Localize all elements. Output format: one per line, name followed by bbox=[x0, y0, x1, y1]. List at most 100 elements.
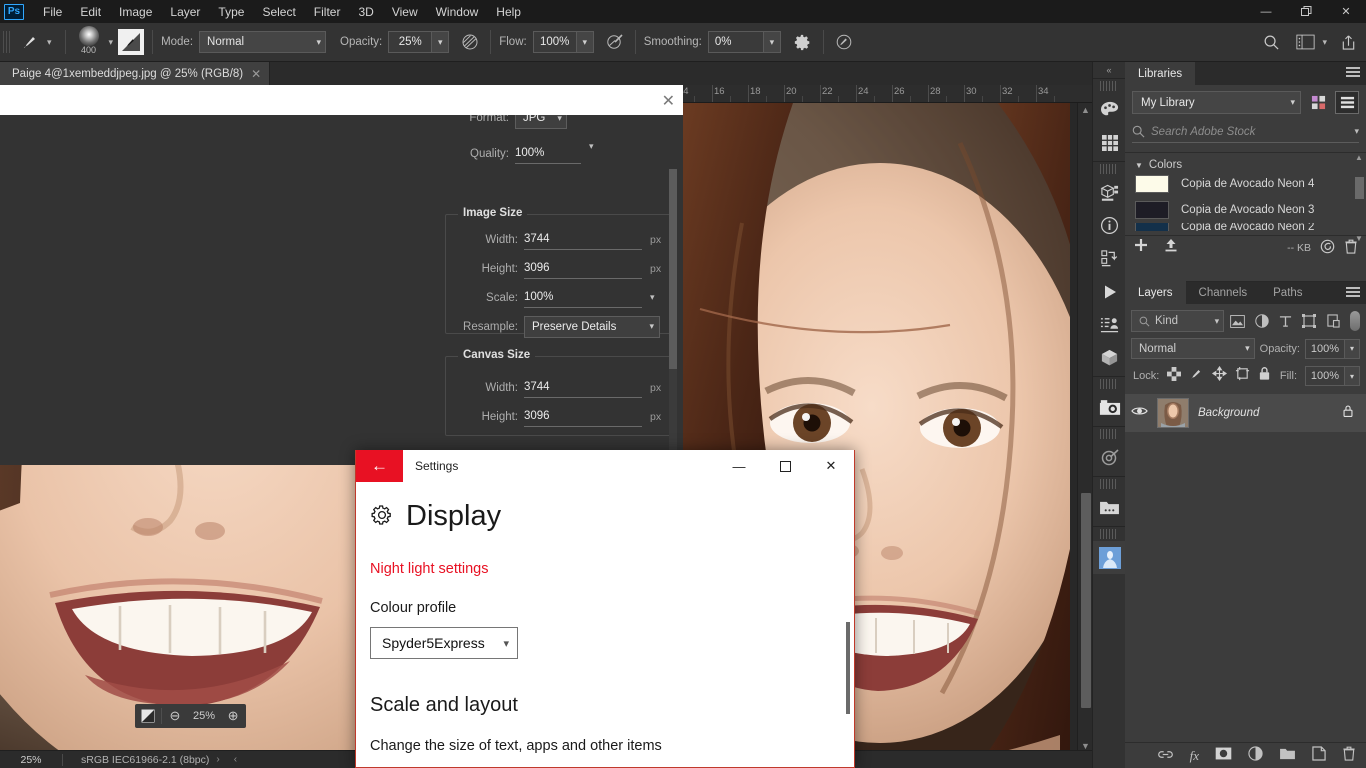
lock-all-icon[interactable] bbox=[1258, 366, 1271, 386]
filter-smart-object-icon[interactable] bbox=[1323, 310, 1343, 332]
lock-pixels-icon[interactable] bbox=[1189, 366, 1204, 386]
scrollbar-thumb[interactable] bbox=[1355, 177, 1364, 199]
colors-group-header[interactable]: ▼ Colors bbox=[1125, 159, 1366, 171]
tablet-pressure-size-icon[interactable] bbox=[118, 29, 144, 55]
options-bar-grip[interactable] bbox=[3, 31, 12, 53]
search-icon[interactable] bbox=[1259, 30, 1283, 54]
library-select[interactable]: My Library ▾ bbox=[1132, 91, 1301, 114]
link-layers-icon[interactable] bbox=[1157, 747, 1174, 765]
layer-opacity-value[interactable]: 100% bbox=[1305, 339, 1345, 359]
quality-input[interactable]: 100% bbox=[515, 143, 581, 164]
zoom-out-button[interactable]: ⊖ bbox=[162, 704, 188, 728]
grid-view-button[interactable] bbox=[1306, 91, 1330, 114]
target-paths-icon[interactable] bbox=[1093, 441, 1126, 474]
workspace-chevron-icon[interactable]: ▾ bbox=[1322, 37, 1327, 48]
menu-edit[interactable]: Edit bbox=[71, 2, 110, 22]
night-light-settings-link[interactable]: Night light settings bbox=[370, 561, 832, 577]
upload-icon[interactable] bbox=[1163, 237, 1179, 258]
layer-opacity-chevron-icon[interactable]: ▾ bbox=[1345, 339, 1360, 359]
scroll-down-icon[interactable]: ▼ bbox=[1355, 234, 1363, 243]
quality-chevron-icon[interactable]: ▾ bbox=[589, 141, 594, 152]
3d-cube-icon[interactable] bbox=[1093, 341, 1126, 374]
scale-input[interactable]: 100% bbox=[524, 287, 642, 308]
settings-titlebar[interactable]: ← Settings — ✕ bbox=[356, 450, 854, 482]
rail-grip[interactable] bbox=[1100, 379, 1118, 389]
search-input[interactable] bbox=[1151, 126, 1348, 138]
properties-icon[interactable] bbox=[1093, 308, 1126, 341]
new-layer-icon[interactable] bbox=[1312, 746, 1326, 766]
canvas-vertical-scrollbar[interactable]: ▲ ▼ bbox=[1077, 103, 1092, 753]
flow-input[interactable]: 100% bbox=[533, 31, 577, 53]
brush-preset-chevron-icon[interactable]: ▾ bbox=[109, 37, 114, 48]
menu-image[interactable]: Image bbox=[110, 2, 161, 22]
document-tab[interactable]: Paige 4@1xembeddjpeg.jpg @ 25% (RGB/8) ✕ bbox=[0, 62, 270, 85]
rail-grip[interactable] bbox=[1100, 479, 1118, 489]
zoom-fit-icon[interactable] bbox=[135, 704, 161, 728]
smoothing-chevron-icon[interactable]: ▾ bbox=[764, 31, 781, 53]
rail-grip[interactable] bbox=[1100, 529, 1118, 539]
color-palette-icon[interactable] bbox=[1093, 93, 1126, 126]
status-expand-icon[interactable]: › bbox=[209, 754, 226, 765]
menu-view[interactable]: View bbox=[383, 2, 427, 22]
tab-libraries[interactable]: Libraries bbox=[1125, 62, 1195, 85]
opacity-chevron-icon[interactable]: ▾ bbox=[432, 31, 449, 53]
filter-adjustment-icon[interactable] bbox=[1252, 310, 1272, 332]
app-close-button[interactable]: ✕ bbox=[1326, 0, 1366, 23]
libraries-panel-menu-icon[interactable] bbox=[1346, 67, 1360, 79]
search-chevron-icon[interactable]: ▾ bbox=[1354, 126, 1359, 137]
brush-tool-chevron-icon[interactable]: ▾ bbox=[47, 37, 52, 48]
add-layer-mask-icon[interactable] bbox=[1215, 747, 1232, 765]
new-adjustment-layer-icon[interactable] bbox=[1248, 746, 1263, 766]
rail-grip[interactable] bbox=[1100, 164, 1118, 174]
status-zoom-value[interactable]: 25% bbox=[0, 754, 62, 766]
tab-paths[interactable]: Paths bbox=[1260, 281, 1315, 304]
airbrush-icon[interactable] bbox=[603, 30, 627, 54]
status-collapse-icon[interactable]: ‹ bbox=[227, 754, 244, 765]
layer-fill-value[interactable]: 100% bbox=[1305, 366, 1345, 386]
export-panel-scrollbar[interactable] bbox=[669, 169, 677, 459]
new-group-icon[interactable] bbox=[1279, 747, 1296, 765]
canvas-width-input[interactable]: 3744 bbox=[524, 377, 642, 398]
smoothing-options-gear-icon[interactable] bbox=[791, 30, 815, 54]
zoom-in-button[interactable]: ⊕ bbox=[220, 704, 246, 728]
smoothing-field-group[interactable]: 0% ▾ bbox=[708, 31, 781, 53]
add-element-icon[interactable] bbox=[1133, 237, 1149, 258]
layers-panel-menu-icon[interactable] bbox=[1346, 287, 1360, 299]
blend-mode-select[interactable]: Normal ▾ bbox=[199, 31, 326, 53]
document-tab-close-icon[interactable]: ✕ bbox=[251, 67, 261, 81]
opacity-pressure-icon[interactable] bbox=[458, 30, 482, 54]
app-restore-button[interactable] bbox=[1286, 0, 1326, 23]
scroll-up-icon[interactable]: ▲ bbox=[1078, 103, 1092, 117]
settings-close-button[interactable]: ✕ bbox=[808, 450, 854, 482]
app-minimize-button[interactable]: — bbox=[1246, 0, 1286, 23]
flow-chevron-icon[interactable]: ▾ bbox=[577, 31, 594, 53]
filter-pixel-icon[interactable] bbox=[1228, 310, 1248, 332]
settings-maximize-button[interactable] bbox=[762, 450, 808, 482]
plugin-thumbnail-icon[interactable] bbox=[1093, 541, 1126, 574]
scale-chevron-icon[interactable]: ▾ bbox=[650, 292, 655, 303]
lock-artboard-icon[interactable] bbox=[1235, 366, 1250, 386]
flow-field-group[interactable]: 100% ▾ bbox=[533, 31, 594, 53]
library-search-row[interactable]: ▾ bbox=[1132, 121, 1359, 143]
brush-preset-preview[interactable]: 400 bbox=[74, 26, 104, 58]
format-select[interactable]: JPG ▾ bbox=[515, 115, 567, 129]
delete-layer-icon[interactable] bbox=[1342, 746, 1356, 766]
menu-help[interactable]: Help bbox=[487, 2, 530, 22]
colour-profile-select[interactable]: Spyder5Express ▾ bbox=[370, 627, 518, 659]
back-arrow-icon[interactable]: ← bbox=[356, 450, 403, 482]
layer-visibility-eye-icon[interactable] bbox=[1131, 404, 1148, 422]
rail-collapse-icon[interactable]: « bbox=[1093, 62, 1125, 78]
info-icon[interactable] bbox=[1093, 209, 1126, 242]
camera-raw-icon[interactable] bbox=[1093, 391, 1126, 424]
libraries-scrollbar[interactable]: ▲ ▼ bbox=[1355, 157, 1364, 239]
lock-transparency-icon[interactable] bbox=[1167, 367, 1181, 386]
brush-tool-icon[interactable] bbox=[18, 30, 42, 54]
rail-grip[interactable] bbox=[1100, 81, 1118, 91]
share-icon[interactable] bbox=[1336, 30, 1360, 54]
history-icon[interactable] bbox=[1093, 242, 1126, 275]
menu-filter[interactable]: Filter bbox=[305, 2, 350, 22]
settings-minimize-button[interactable]: — bbox=[716, 450, 762, 482]
workspace-layout-icon[interactable] bbox=[1293, 30, 1317, 54]
filter-enable-toggle[interactable] bbox=[1350, 311, 1360, 331]
layer-blend-mode-select[interactable]: Normal ▾ bbox=[1131, 338, 1255, 359]
